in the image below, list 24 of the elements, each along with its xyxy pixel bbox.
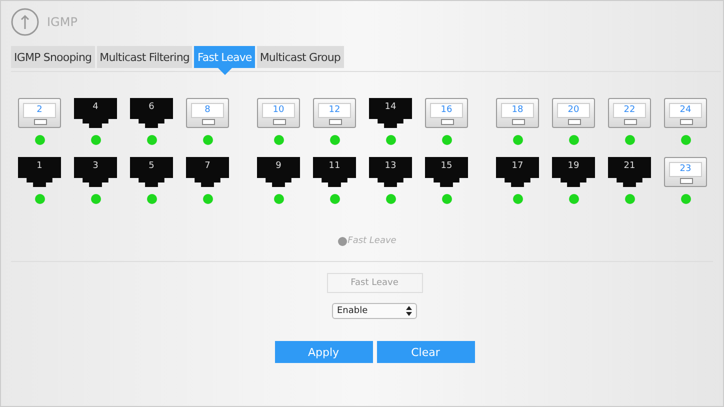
port[interactable]: 7 (186, 157, 229, 187)
legend-label: Fast Leave (348, 236, 396, 246)
tab[interactable]: Multicast Group (256, 46, 344, 68)
port[interactable]: 11 (313, 157, 356, 187)
port[interactable]: 3 (74, 157, 117, 187)
port[interactable]: 21 (608, 157, 651, 187)
select-field[interactable]: Enable (332, 303, 417, 319)
updown-icon (406, 306, 412, 316)
tab[interactable]: IGMP Snooping (11, 46, 95, 68)
port[interactable]: 4 (74, 98, 117, 128)
port[interactable]: 14 (369, 98, 412, 128)
tab[interactable]: Multicast Filtering (96, 46, 192, 68)
port[interactable]: 9 (257, 157, 300, 187)
port[interactable]: 15 (425, 157, 468, 187)
port[interactable]: 1 (18, 157, 61, 187)
port[interactable]: 6 (130, 98, 173, 128)
caret-icon (218, 68, 232, 75)
legend-dot (338, 236, 347, 246)
port[interactable]: 5 (130, 157, 173, 187)
page-title: IGMP (47, 15, 78, 29)
field-label: Fast Leave (326, 273, 422, 293)
port[interactable]: 13 (369, 157, 412, 187)
port[interactable]: 19 (552, 157, 595, 187)
port[interactable]: 17 (496, 157, 539, 187)
